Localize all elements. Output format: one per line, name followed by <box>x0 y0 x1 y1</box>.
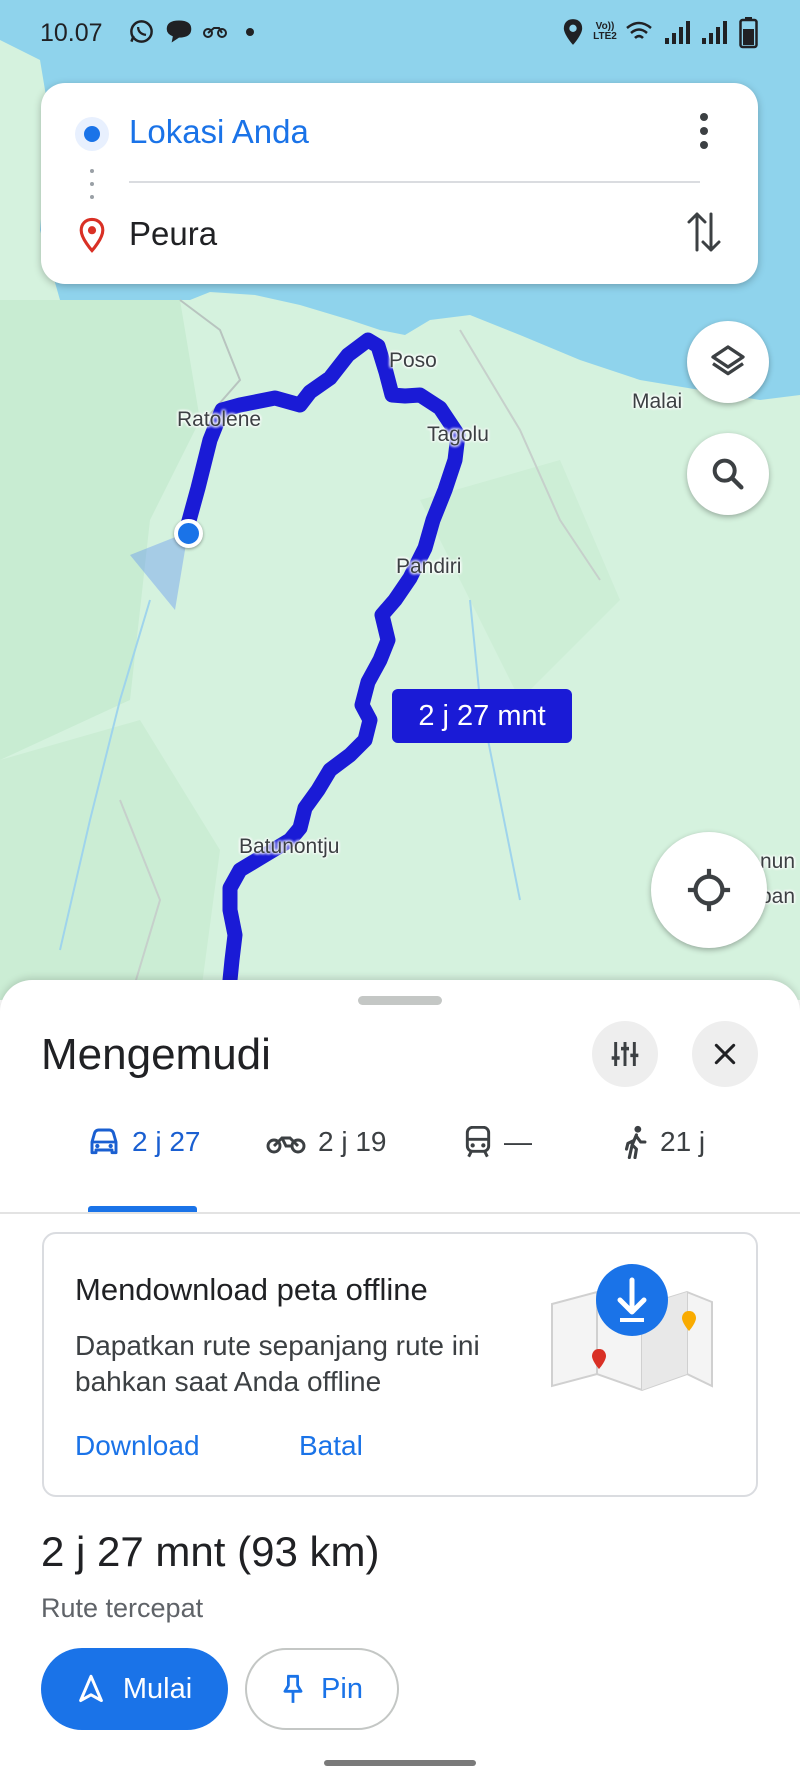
tab-motorbike[interactable]: 2 j 19 <box>266 1117 387 1167</box>
current-location-dot <box>174 519 203 548</box>
offline-card-title: Mendownload peta offline <box>75 1272 428 1307</box>
signal-icon <box>702 21 727 44</box>
search-icon <box>712 458 744 490</box>
place-label: Ratolene <box>177 408 262 431</box>
tab-walking[interactable]: 21 j <box>622 1117 705 1167</box>
origin-field[interactable]: Lokasi Anda <box>129 113 309 151</box>
battery-icon <box>739 17 758 49</box>
place-label: Malai <box>632 390 683 413</box>
close-icon <box>714 1043 736 1065</box>
pin-label: Pin <box>321 1672 363 1705</box>
search-button[interactable] <box>687 433 769 515</box>
origin-dot-icon <box>75 117 109 151</box>
summary-time: 2 j 27 mnt <box>41 1528 226 1575</box>
offline-map-illustration-icon <box>551 1264 713 1392</box>
status-time: 10.07 <box>40 19 103 47</box>
tab-transit[interactable]: — <box>464 1117 532 1167</box>
wifi-icon <box>626 21 652 39</box>
more-options-icon[interactable] <box>696 111 712 151</box>
location-icon <box>563 19 583 45</box>
route-duration-label[interactable]: 2 j 27 mnt <box>392 689 572 743</box>
route-subtitle: Rute tercepat <box>41 1593 204 1623</box>
car-icon <box>90 1128 118 1155</box>
cancel-button[interactable]: Batal <box>299 1430 363 1462</box>
place-label: Tagolu <box>427 423 489 446</box>
pin-icon <box>283 1674 303 1703</box>
tune-icon <box>611 1042 639 1066</box>
pin-button[interactable]: Pin <box>245 1648 399 1730</box>
sheet-drag-handle[interactable] <box>358 996 442 1005</box>
train-icon <box>465 1126 491 1158</box>
card-divider <box>129 181 700 183</box>
navigation-icon <box>78 1674 103 1703</box>
start-button[interactable]: Mulai <box>41 1648 228 1730</box>
motorbike-icon <box>266 1136 306 1154</box>
tab-driving[interactable]: 2 j 27 <box>88 1117 201 1167</box>
dot-icon <box>246 28 254 36</box>
gesture-nav-bar[interactable] <box>324 1760 476 1766</box>
summary-distance: (93 km) <box>237 1528 380 1575</box>
place-label: Batunontju <box>239 835 340 858</box>
route-options-button[interactable] <box>592 1021 658 1087</box>
tab-label: — <box>504 1126 532 1157</box>
destination-field[interactable]: Peura <box>129 215 217 253</box>
layers-icon <box>711 345 745 376</box>
start-label: Mulai <box>122 1672 193 1705</box>
route-dots-icon <box>90 169 94 199</box>
my-location-button[interactable] <box>651 832 767 948</box>
message-icon <box>166 20 192 43</box>
layers-button[interactable] <box>687 321 769 403</box>
place-label: nun <box>760 850 796 873</box>
download-button[interactable]: Download <box>75 1430 200 1462</box>
sheet-title: Mengemudi <box>41 1030 271 1079</box>
crosshair-icon <box>687 868 731 912</box>
volte-icon: Vo)) LTE2 <box>593 21 617 42</box>
tab-label: 2 j 27 <box>132 1126 201 1157</box>
offline-card-body: Dapatkan rute sepanjang rute ini bahkan … <box>75 1330 480 1397</box>
place-label: Poso <box>389 349 437 372</box>
directions-search-card: Lokasi Anda Peura <box>41 83 758 284</box>
whatsapp-icon <box>130 20 153 43</box>
route-summary: 2 j 27 mnt (93 km) <box>41 1528 379 1576</box>
status-bar: 10.07 Vo)) LTE2 <box>0 0 800 64</box>
offline-map-card: Mendownload peta offline Dapatkan rute s… <box>42 1232 758 1497</box>
signal-icon <box>665 21 690 44</box>
motorbike-icon <box>203 27 227 38</box>
tabs-divider <box>0 1212 800 1214</box>
tab-label: 21 j <box>660 1126 706 1157</box>
close-button[interactable] <box>692 1021 758 1087</box>
place-label: Pandiri <box>396 555 462 578</box>
walk-icon <box>624 1125 647 1159</box>
swap-icon[interactable] <box>686 210 722 254</box>
directions-bottom-sheet: Mengemudi 2 j 27 2 j 19 — 21 j Mendownlo… <box>0 980 800 1778</box>
tab-label: 2 j 19 <box>318 1126 387 1157</box>
destination-pin-icon <box>79 217 105 253</box>
